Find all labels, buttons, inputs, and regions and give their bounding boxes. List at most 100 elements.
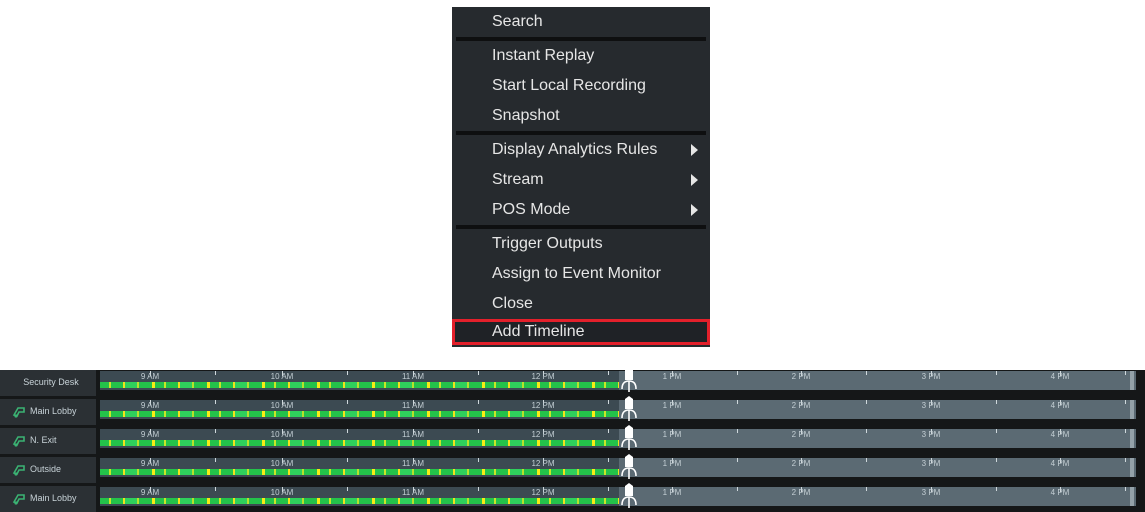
hour-label: 9 AM [140, 372, 160, 381]
timeline-row-header[interactable]: N. Exit [0, 428, 96, 454]
half-hour-tick [215, 487, 216, 491]
camera-analytics-icon[interactable] [12, 463, 26, 477]
hour-label: 10 AM [270, 488, 294, 497]
hour-label: 2 PM [791, 488, 811, 497]
hour-label: 2 PM [791, 401, 811, 410]
track-end-handle[interactable] [1130, 371, 1134, 390]
recording-activity-bar [100, 382, 619, 388]
half-hour-tick [1125, 429, 1126, 433]
playhead-scrubber-icon[interactable] [620, 425, 638, 451]
menu-item-label: Snapshot [492, 107, 560, 124]
playhead-scrubber-icon[interactable] [620, 454, 638, 480]
menu-item-label: Start Local Recording [492, 77, 646, 94]
camera-name-label: Security Desk [23, 377, 79, 387]
timeline-track[interactable]: 9 AM 10 AM 11 AM 12 PM 1 PM 2 PM 3 PM 4 PM [100, 429, 1136, 448]
camera-analytics-icon[interactable] [12, 492, 26, 506]
timeline-row[interactable]: N. Exit 9 AM 10 AM 11 AM 12 PM 1 PM 2 PM 3 PM 4 … [0, 425, 1145, 454]
timeline-row-header[interactable]: Main Lobby [0, 399, 96, 425]
menu-item-label: Stream [492, 171, 544, 188]
playhead-scrubber-icon[interactable] [620, 367, 638, 393]
hour-label: 9 AM [140, 401, 160, 410]
hour-label: 4 PM [1050, 372, 1070, 381]
half-hour-tick [608, 371, 609, 375]
track-end-handle[interactable] [1130, 400, 1134, 419]
playhead-scrubber-icon[interactable] [620, 483, 638, 509]
half-hour-tick [1125, 458, 1126, 462]
hour-label: 3 PM [921, 430, 941, 439]
hour-label: 11 AM [401, 459, 425, 468]
hour-label: 11 AM [401, 372, 425, 381]
half-hour-tick [608, 487, 609, 491]
half-hour-tick [347, 458, 348, 462]
recording-activity-bar [100, 469, 619, 475]
menu-item-instant-replay[interactable]: Instant Replay [452, 41, 710, 71]
half-hour-tick [608, 400, 609, 404]
track-end-handle[interactable] [1130, 458, 1134, 477]
hour-label: 10 AM [270, 401, 294, 410]
hour-label: 12 PM [531, 459, 555, 468]
half-hour-tick [737, 400, 738, 404]
half-hour-tick [996, 458, 997, 462]
camera-name-label: Outside [30, 464, 62, 474]
menu-item-label: Add Timeline [492, 323, 585, 340]
hour-label: 11 AM [401, 488, 425, 497]
half-hour-tick [737, 429, 738, 433]
playhead-scrubber-icon[interactable] [620, 396, 638, 422]
timeline-track[interactable]: 9 AM 10 AM 11 AM 12 PM 1 PM 2 PM 3 PM 4 PM [100, 400, 1136, 419]
menu-item-start-local-recording[interactable]: Start Local Recording [452, 71, 710, 101]
half-hour-tick [996, 429, 997, 433]
timeline-track[interactable]: 9 AM 10 AM 11 AM 12 PM 1 PM 2 PM 3 PM 4 PM [100, 458, 1136, 477]
submenu-arrow-icon [691, 174, 698, 186]
hour-label: 2 PM [791, 372, 811, 381]
camera-analytics-icon[interactable] [12, 405, 26, 419]
hour-label: 2 PM [791, 430, 811, 439]
timeline-track[interactable]: 9 AM 10 AM 11 AM 12 PM 1 PM 2 PM 3 PM 4 PM [100, 487, 1136, 506]
menu-item-label: Display Analytics Rules [492, 141, 658, 158]
hour-label: 3 PM [921, 459, 941, 468]
menu-item-label: Search [492, 13, 543, 30]
menu-item-label: Instant Replay [492, 47, 595, 64]
camera-name-label: Main Lobby [30, 493, 77, 503]
timeline-track[interactable]: 9 AM 10 AM 11 AM 12 PM 1 PM 2 PM 3 PM 4 PM [100, 371, 1136, 390]
half-hour-tick [996, 400, 997, 404]
timeline-row[interactable]: Main Lobby 9 AM 10 AM 11 AM 12 PM 1 PM 2 PM 3 P… [0, 483, 1145, 512]
timeline-row[interactable]: Main Lobby 9 AM 10 AM 11 AM 12 PM 1 PM 2 PM 3 P… [0, 396, 1145, 425]
half-hour-tick [608, 429, 609, 433]
half-hour-tick [1125, 371, 1126, 375]
menu-item-add-timeline[interactable]: Add Timeline [452, 319, 710, 345]
hour-label: 4 PM [1050, 459, 1070, 468]
half-hour-tick [996, 371, 997, 375]
timeline-row-header[interactable]: Main Lobby [0, 486, 96, 512]
camera-analytics-icon[interactable] [12, 434, 26, 448]
hour-label: 12 PM [531, 401, 555, 410]
hour-label: 3 PM [921, 372, 941, 381]
menu-item-label: Assign to Event Monitor [492, 265, 661, 282]
half-hour-tick [866, 400, 867, 404]
menu-item-assign-to-event-monitor[interactable]: Assign to Event Monitor [452, 259, 710, 289]
menu-item-snapshot[interactable]: Snapshot [452, 101, 710, 131]
hour-label: 1 PM [662, 372, 682, 381]
hour-label: 3 PM [921, 401, 941, 410]
menu-item-search[interactable]: Search [452, 7, 710, 37]
half-hour-tick [866, 458, 867, 462]
track-end-handle[interactable] [1130, 487, 1134, 506]
hour-label: 2 PM [791, 459, 811, 468]
menu-item-close[interactable]: Close [452, 289, 710, 319]
hour-label: 4 PM [1050, 488, 1070, 497]
timeline-row[interactable]: Outside 9 AM 10 AM 11 AM 12 PM 1 PM 2 PM 3 PM 4 … [0, 454, 1145, 483]
hour-label: 9 AM [140, 488, 160, 497]
track-end-handle[interactable] [1130, 429, 1134, 448]
menu-item-pos-mode[interactable]: POS Mode [452, 195, 710, 225]
submenu-arrow-icon [691, 144, 698, 156]
hour-label: 9 AM [140, 430, 160, 439]
menu-item-trigger-outputs[interactable]: Trigger Outputs [452, 229, 710, 259]
menu-item-display-analytics-rules[interactable]: Display Analytics Rules [452, 135, 710, 165]
timeline-row-header[interactable]: Security Desk [0, 370, 96, 396]
half-hour-tick [478, 458, 479, 462]
hour-label: 1 PM [662, 459, 682, 468]
timeline-row[interactable]: Security Desk 9 AM 10 AM 11 AM 12 PM 1 PM 2 PM… [0, 367, 1145, 396]
half-hour-tick [478, 371, 479, 375]
timeline-row-header[interactable]: Outside [0, 457, 96, 483]
menu-item-stream[interactable]: Stream [452, 165, 710, 195]
hour-label: 4 PM [1050, 430, 1070, 439]
